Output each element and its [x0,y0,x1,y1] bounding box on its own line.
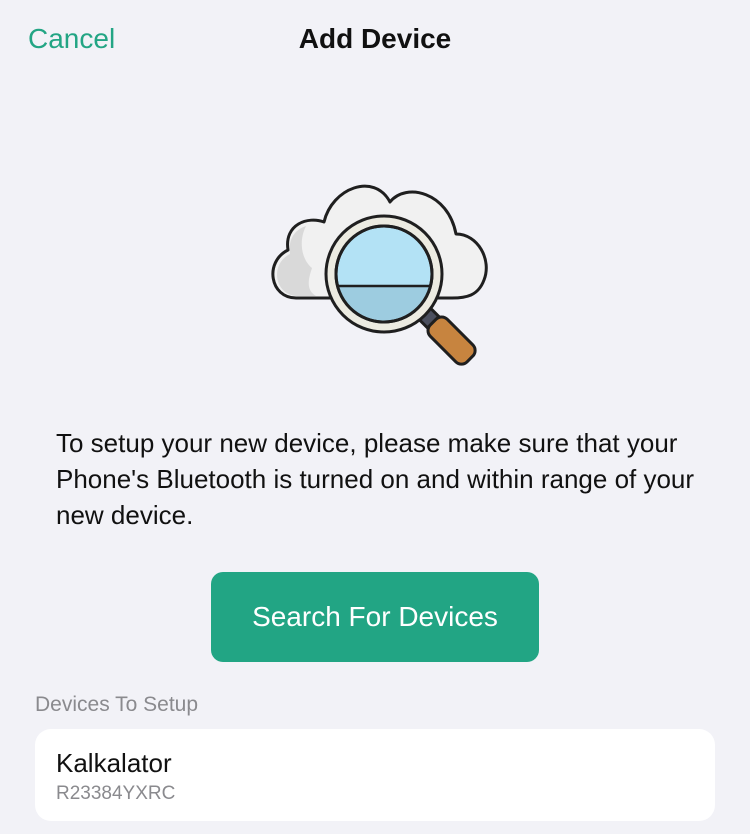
device-serial: R23384YXRC [56,783,176,804]
cloud-search-icon [256,150,496,390]
instructions-text: To setup your new device, please make su… [56,428,695,530]
cancel-button[interactable]: Cancel [28,22,115,56]
device-list-item[interactable]: Kalkalator R23384YXRC [35,729,715,821]
devices-section-header: Devices To Setup [35,693,199,716]
device-name: Kalkalator [56,748,172,778]
search-for-devices-button[interactable]: Search For Devices [211,572,539,662]
